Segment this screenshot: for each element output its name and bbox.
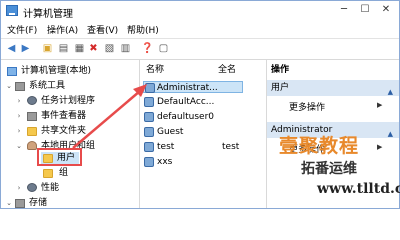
toolbar: ◀ ▶ ▣ ▤ ▦ ✖ ▧ ▥ ❓ ▢ <box>1 38 399 60</box>
forward-icon[interactable]: ▶ <box>19 42 32 55</box>
tree-label: 任务计划程序 <box>41 96 96 106</box>
user-icon <box>144 97 154 107</box>
close-button[interactable]: ✕ <box>378 3 394 17</box>
chevron-down-icon[interactable]: ⌄ <box>15 140 23 152</box>
tree-label: 性能 <box>41 183 60 193</box>
chevron-right-icon[interactable]: › <box>15 125 23 137</box>
user-name: Administrat... <box>157 83 218 93</box>
event-icon <box>27 112 37 121</box>
column-header-name[interactable]: 名称 <box>146 62 164 75</box>
properties-icon[interactable]: ▦ <box>73 42 86 55</box>
watermark-line2: 拓番运维 <box>301 161 357 177</box>
maximize-button[interactable]: ☐ <box>357 3 373 17</box>
minimize-button[interactable]: ─ <box>336 3 352 17</box>
help-icon[interactable]: ❓ <box>141 42 154 55</box>
list-item[interactable]: Guest <box>144 126 264 138</box>
chevron-down-icon[interactable]: ⌄ <box>5 80 13 92</box>
window-title: 计算机管理 <box>23 9 73 20</box>
computer-management-icon <box>6 5 18 16</box>
actions-section-users[interactable]: 用户 ▲ <box>267 80 399 96</box>
highlight-box <box>37 148 82 166</box>
computer-management-window: 计算机管理 ─ ☐ ✕ 文件(F) 操作(A) 查看(V) 帮助(H) ◀ ▶ … <box>0 0 400 209</box>
tree-label: 存储 <box>29 198 48 208</box>
actions-header: 操作 <box>267 62 399 78</box>
delete-icon[interactable]: ✖ <box>87 42 100 55</box>
computer-icon <box>7 67 17 76</box>
user-fullname: test <box>222 142 240 152</box>
navigation-tree: 计算机管理(本地) ⌄ 系统工具 › 任务计划程序 › 事件查看器 › 共享文件… <box>1 60 140 208</box>
tree-label: 计算机管理(本地) <box>21 66 92 76</box>
section-label: 用户 <box>271 83 290 93</box>
menu-help[interactable]: 帮助(H) <box>127 23 159 36</box>
users-icon <box>27 141 37 150</box>
user-name: defaultuser0 <box>157 112 215 122</box>
title-bar: 计算机管理 ─ ☐ ✕ <box>1 1 399 21</box>
user-list: 名称 全名 Administrat... DefaultAcc... defau… <box>140 60 267 208</box>
menu-action[interactable]: 操作(A) <box>47 23 78 36</box>
watermark-line1: 壹聚教程 <box>279 135 360 157</box>
user-name: test <box>157 142 175 152</box>
tree-label: 系统工具 <box>29 81 66 91</box>
storage-icon <box>15 199 25 208</box>
chevron-right-icon[interactable]: › <box>15 182 23 194</box>
submenu-arrow-icon: ▶ <box>377 101 383 109</box>
export-icon[interactable]: ▥ <box>119 42 132 55</box>
user-icon <box>145 83 155 93</box>
tree-label: 共享文件夹 <box>41 126 87 136</box>
list-item[interactable]: xxs <box>144 156 264 168</box>
refresh-icon[interactable]: ▧ <box>103 42 116 55</box>
list-item[interactable]: test test <box>144 141 264 153</box>
menu-bar: 文件(F) 操作(A) 查看(V) 帮助(H) <box>1 21 399 37</box>
menu-file[interactable]: 文件(F) <box>7 23 37 36</box>
menu-view[interactable]: 查看(V) <box>87 23 118 36</box>
collapse-icon[interactable]: ▲ <box>388 126 393 142</box>
chevron-down-icon[interactable]: ⌄ <box>5 197 13 209</box>
back-icon[interactable]: ◀ <box>5 42 18 55</box>
submenu-arrow-icon: ▶ <box>377 143 383 151</box>
user-icon <box>144 127 154 137</box>
user-icon <box>144 142 154 152</box>
clock-icon <box>27 96 37 105</box>
view-icon[interactable]: ▤ <box>57 42 70 55</box>
column-header-fullname[interactable]: 全名 <box>218 62 236 75</box>
user-name: Guest <box>157 127 184 137</box>
more-actions-link[interactable]: 更多操作 <box>289 100 325 113</box>
shared-folder-icon <box>27 127 37 136</box>
list-item[interactable]: DefaultAcc... <box>144 96 264 108</box>
watermark-line3: www.tlltd.cn <box>317 181 400 197</box>
panel-icon[interactable]: ▢ <box>157 42 170 55</box>
folder-icon <box>43 169 53 178</box>
user-name: DefaultAcc... <box>157 97 215 107</box>
user-icon <box>144 157 154 167</box>
chevron-right-icon[interactable]: › <box>15 95 23 107</box>
user-icon <box>144 112 154 122</box>
performance-icon <box>27 183 37 192</box>
tree-label: 事件查看器 <box>41 111 87 121</box>
tree-label: 组 <box>59 168 69 178</box>
list-item[interactable]: defaultuser0 <box>144 111 264 123</box>
user-name: xxs <box>157 157 173 167</box>
collapse-icon[interactable]: ▲ <box>388 84 393 100</box>
tools-icon <box>15 82 25 91</box>
list-item[interactable]: Administrat... <box>143 81 243 93</box>
chevron-right-icon[interactable]: › <box>15 110 23 122</box>
folder-up-icon[interactable]: ▣ <box>41 42 54 55</box>
